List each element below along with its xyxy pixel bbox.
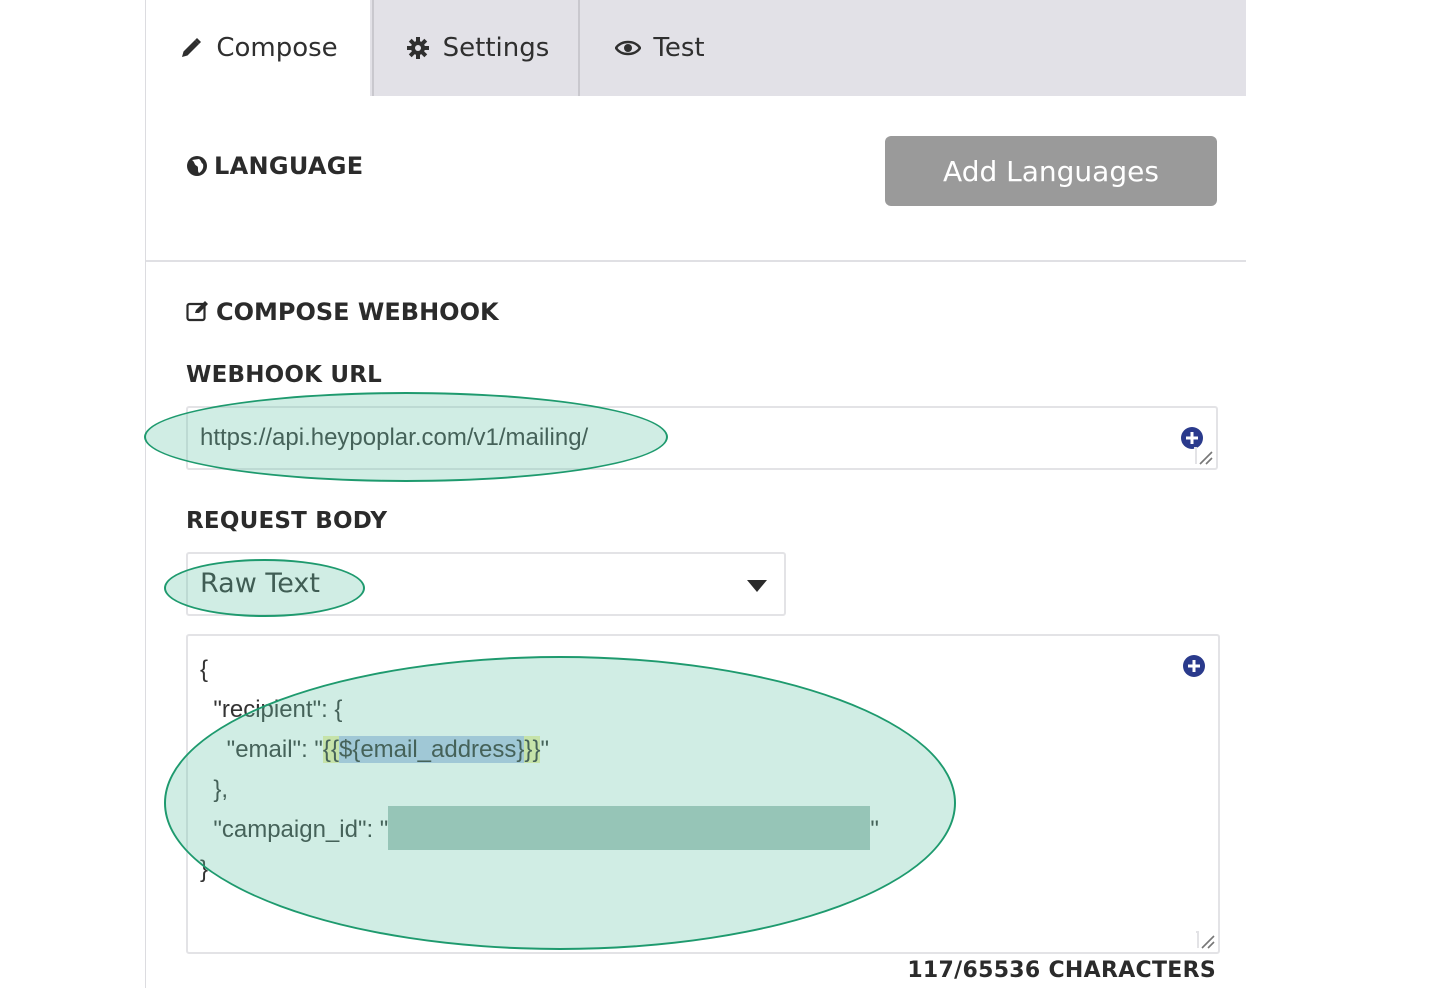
tab-settings-label: Settings: [442, 33, 550, 63]
body-type-select[interactable]: Raw Text: [186, 552, 786, 616]
code-line: }: [200, 856, 209, 883]
tab-test[interactable]: Test: [578, 0, 740, 96]
compose-webhook-heading: COMPOSE WEBHOOK: [186, 298, 499, 326]
code-line: "recipient": {: [200, 696, 343, 723]
add-variable-icon[interactable]: [1182, 654, 1206, 678]
section-divider: [146, 260, 1246, 262]
template-brace-highlight: }}: [524, 736, 541, 763]
tab-compose[interactable]: Compose: [146, 0, 370, 96]
webhook-url-value: https://api.heypoplar.com/v1/mailing/: [200, 424, 589, 451]
code-text: "email": ": [200, 736, 323, 763]
code-line: "email": "{{${email_address}}}": [200, 736, 549, 763]
body-type-value: Raw Text: [200, 568, 320, 599]
globe-icon: [186, 155, 208, 177]
compose-webhook-heading-text: COMPOSE WEBHOOK: [216, 298, 499, 326]
edit-icon: [186, 300, 210, 324]
character-count: 117/65536 CHARACTERS: [907, 958, 1216, 983]
resize-handle-icon[interactable]: [1196, 930, 1216, 950]
template-variable-highlight: ${email_address}: [338, 736, 525, 763]
request-body-code: { "recipient": { "email": "{{${email_add…: [200, 650, 879, 890]
code-line: },: [200, 776, 229, 803]
tab-bar: Compose Settings Test: [146, 0, 1246, 96]
webhook-url-label: WEBHOOK URL: [186, 362, 383, 388]
request-body-editor[interactable]: { "recipient": { "email": "{{${email_add…: [186, 634, 1220, 954]
webhook-editor-panel: Compose Settings Test LANGUAGE Add Langu…: [145, 0, 1246, 988]
webhook-url-field[interactable]: https://api.heypoplar.com/v1/mailing/: [186, 406, 1218, 470]
template-brace-highlight: {{: [322, 736, 339, 763]
code-line: "campaign_id": " ": [200, 805, 879, 850]
tab-settings[interactable]: Settings: [372, 0, 580, 96]
code-text: ": [540, 736, 549, 763]
tab-test-label: Test: [653, 33, 705, 63]
code-text: "campaign_id": ": [200, 816, 389, 843]
pencil-icon: [178, 35, 204, 61]
request-body-label: REQUEST BODY: [186, 508, 388, 534]
language-heading-text: LANGUAGE: [214, 152, 364, 180]
redacted-campaign-id: [388, 805, 871, 850]
add-languages-button[interactable]: Add Languages: [885, 136, 1217, 206]
tab-compose-label: Compose: [216, 33, 338, 63]
resize-handle-icon[interactable]: [1194, 446, 1214, 466]
caret-down-icon: [746, 578, 768, 592]
language-heading: LANGUAGE: [186, 152, 363, 180]
gear-icon: [405, 35, 431, 61]
code-line: {: [200, 656, 209, 683]
eye-icon: [615, 35, 642, 61]
code-text: ": [870, 816, 879, 843]
